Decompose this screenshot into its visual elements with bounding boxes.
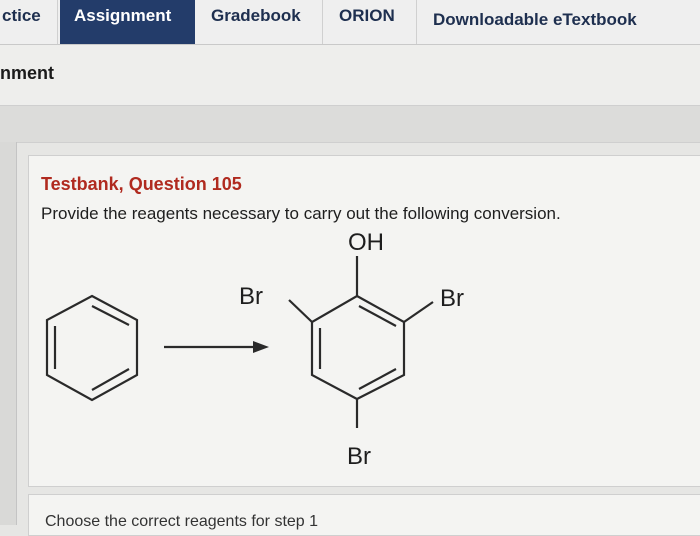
tab-gradebook[interactable]: Gradebook bbox=[197, 0, 323, 44]
tribromophenol-structure bbox=[288, 256, 434, 428]
benzene-ring bbox=[45, 294, 139, 402]
toolbar-band bbox=[0, 106, 700, 143]
br-right-label: Br bbox=[440, 285, 464, 312]
br-left-label: Br bbox=[239, 283, 263, 310]
page-title: nment bbox=[0, 63, 54, 83]
assignment-subheader: nment bbox=[0, 45, 700, 106]
tab-assignment[interactable]: Assignment bbox=[60, 0, 195, 44]
left-sidebar-strip bbox=[0, 142, 17, 525]
tab-label: Gradebook bbox=[211, 6, 301, 25]
tab-label: Downloadable eTextbook bbox=[433, 10, 637, 29]
tab-bar: ctice Assignment Gradebook ORION Downloa… bbox=[0, 0, 700, 45]
tab-downloadable-etextbook[interactable]: Downloadable eTextbook bbox=[419, 0, 700, 44]
reaction-arrow bbox=[164, 341, 269, 353]
tab-practice[interactable]: ctice bbox=[0, 0, 58, 44]
question-card: Testbank, Question 105 Provide the reage… bbox=[28, 155, 700, 487]
step-prompt: Choose the correct reagents for step 1 bbox=[45, 513, 319, 530]
reaction-scheme: OH Br Br Br bbox=[45, 229, 464, 470]
br-bottom-label: Br bbox=[347, 443, 371, 470]
tab-orion[interactable]: ORION bbox=[325, 0, 417, 44]
step-card: Choose the correct reagents for step 1 bbox=[28, 494, 700, 536]
tab-label: ctice bbox=[2, 6, 41, 25]
tab-label: ORION bbox=[339, 6, 395, 25]
tab-label: Assignment bbox=[74, 6, 172, 25]
oh-label: OH bbox=[348, 229, 384, 256]
